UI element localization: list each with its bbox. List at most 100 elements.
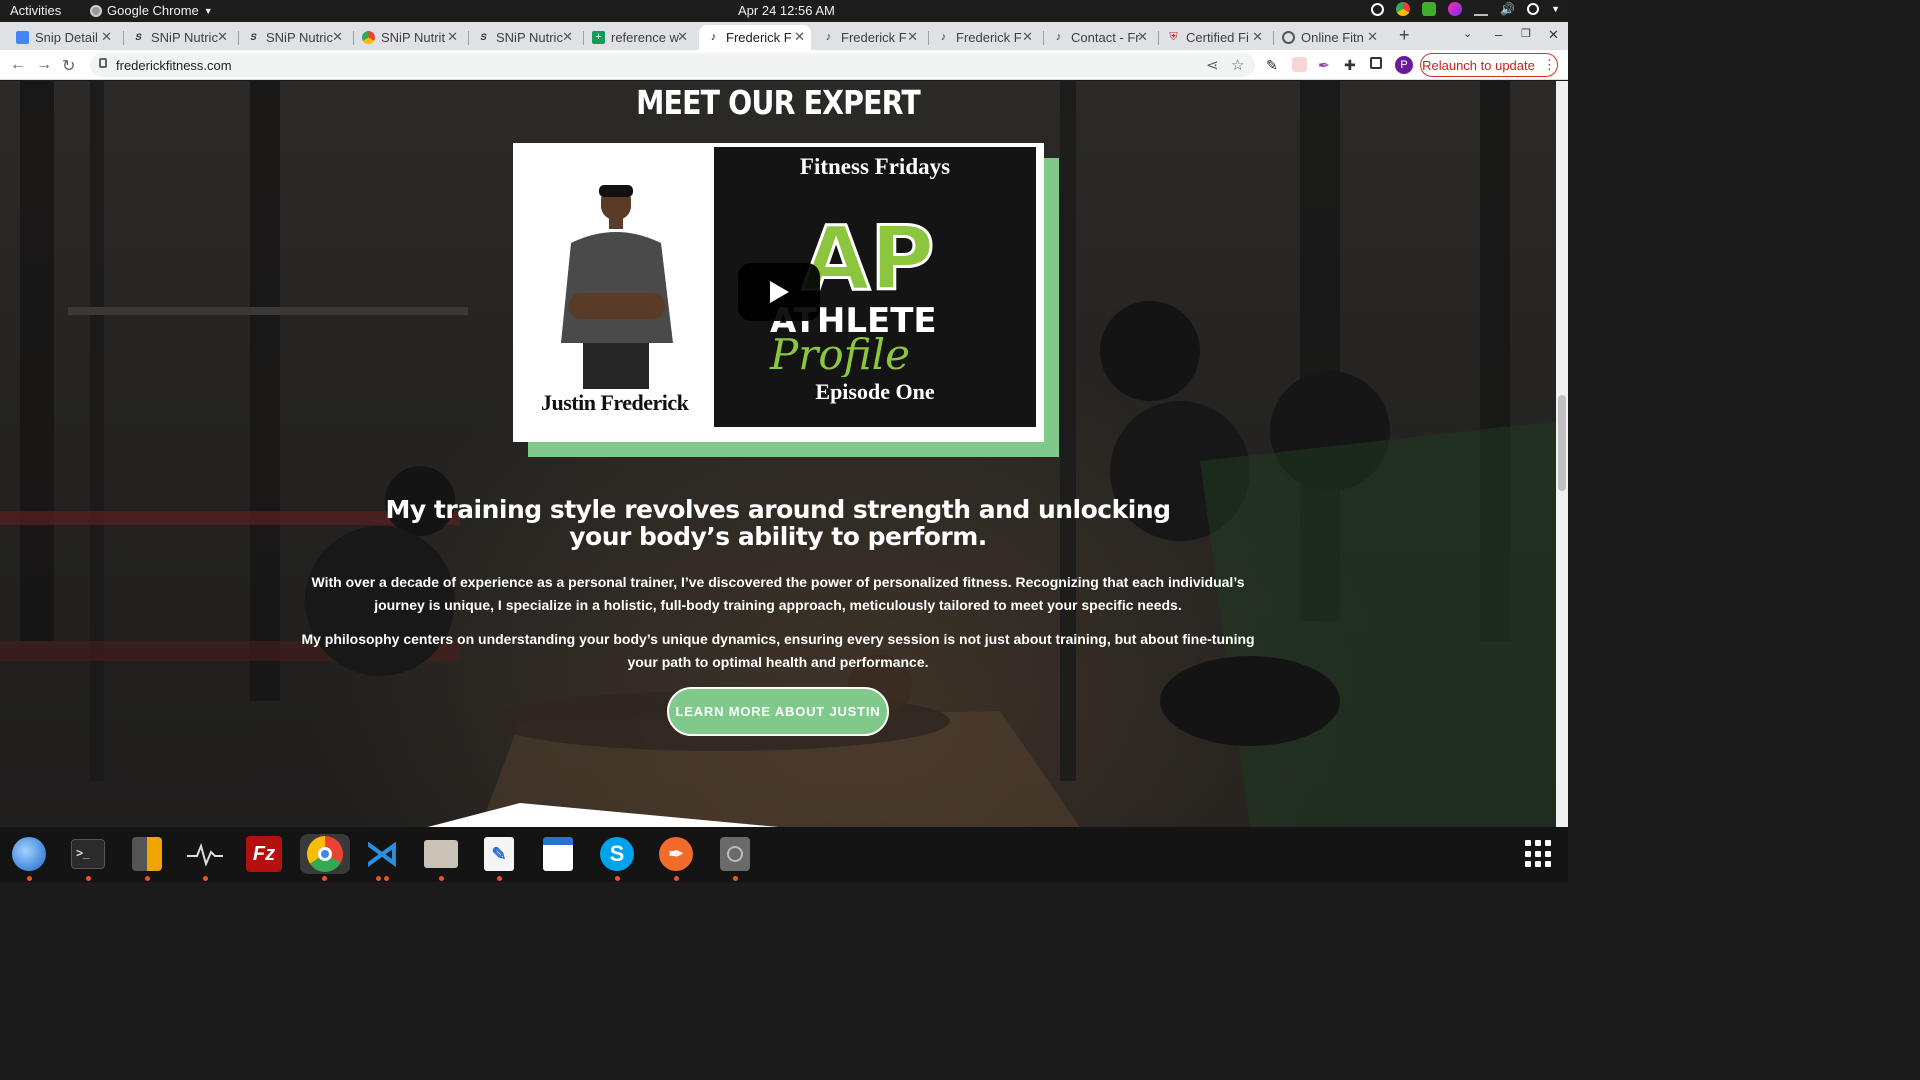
pen-extension-icon[interactable]: ✒ <box>1318 57 1333 73</box>
logo-script: Profile <box>769 330 910 377</box>
close-icon[interactable]: ✕ <box>1367 29 1378 45</box>
window-close-button[interactable]: ✕ <box>1548 27 1559 43</box>
close-icon[interactable]: ✕ <box>217 29 228 45</box>
close-icon[interactable]: ✕ <box>907 29 918 45</box>
text-editor-icon[interactable]: ✎ <box>478 834 520 874</box>
system-tray[interactable]: 🔊 ▼ <box>1371 2 1560 16</box>
eyedropper-extension-icon[interactable]: ✎ <box>1266 57 1281 73</box>
thunderbird-icon[interactable] <box>8 834 50 874</box>
skype-icon[interactable]: S <box>596 834 638 874</box>
inkscape-icon[interactable]: ✒ <box>655 834 697 874</box>
volume-icon[interactable]: 🔊 <box>1500 2 1515 16</box>
app-menu[interactable]: Google Chrome ▼ <box>90 3 213 18</box>
section-divider-shape <box>427 803 779 827</box>
sheets-icon: + <box>592 31 605 44</box>
close-icon[interactable]: ✕ <box>1137 29 1148 45</box>
chrome-tray-icon[interactable] <box>1396 2 1411 16</box>
more-menu-icon[interactable]: ⋮ <box>1543 57 1556 73</box>
share-icon[interactable]: ⋖ <box>1206 56 1219 74</box>
certified-icon: ⛨ <box>1169 31 1178 43</box>
tab-frederick-active[interactable]: ♪ Frederick F ✕ <box>699 25 811 50</box>
trainer-photo: Justin Frederick <box>513 143 714 442</box>
doc-icon <box>16 31 29 44</box>
tab-snip-nutric-2[interactable]: 𝑺 SNiP Nutric ✕ <box>239 25 349 50</box>
forward-button[interactable]: → <box>36 56 52 74</box>
terminal-icon[interactable]: >_ <box>67 834 109 874</box>
scrollbar-thumb[interactable] <box>1558 395 1566 491</box>
system-monitor-icon[interactable] <box>184 834 226 874</box>
bookmark-star-icon[interactable]: ☆ <box>1231 56 1244 74</box>
learn-more-button[interactable]: LEARN MORE ABOUT JUSTIN <box>667 687 889 736</box>
restore-button[interactable]: ❐ <box>1521 27 1531 40</box>
tab-search-chevron-icon[interactable]: ⌄ <box>1463 27 1472 40</box>
close-icon[interactable]: ✕ <box>447 29 458 45</box>
address-bar[interactable]: frederickfitness.com ⋖ ☆ <box>90 53 1255 77</box>
minimize-button[interactable]: – <box>1495 27 1502 42</box>
tab-frederick-2[interactable]: ♪ Frederick F ✕ <box>814 25 924 50</box>
tab-snip-detail[interactable]: Snip Detail ✕ <box>8 25 118 50</box>
new-tab-button[interactable]: + <box>1399 25 1410 46</box>
tab-snip-nutric-1[interactable]: 𝑺 SNiP Nutric ✕ <box>124 25 234 50</box>
url-text[interactable]: frederickfitness.com <box>116 58 232 73</box>
reload-button[interactable]: ↻ <box>62 56 75 76</box>
back-button[interactable]: ← <box>10 56 26 74</box>
tab-snip-nutric-4[interactable]: 𝑺 SNiP Nutric ✕ <box>469 25 579 50</box>
relaunch-button[interactable]: Relaunch to update ⋮ <box>1420 53 1558 77</box>
snip-icon: 𝑺 <box>135 32 142 42</box>
chevron-down-icon[interactable]: ▼ <box>1551 4 1560 14</box>
show-applications-icon[interactable] <box>1525 840 1553 868</box>
snip-icon: 𝑺 <box>480 32 487 42</box>
activities-button[interactable]: Activities <box>10 3 61 18</box>
side-panel-icon[interactable] <box>1370 57 1382 69</box>
vscode-icon[interactable]: ⋊ <box>361 834 403 874</box>
profile-avatar[interactable]: P <box>1395 56 1413 74</box>
tab-certified[interactable]: ⛨ Certified Fi ✕ <box>1159 25 1269 50</box>
tab-frederick-3[interactable]: ♪ Frederick F ✕ <box>929 25 1039 50</box>
tab-strip: Snip Detail ✕ 𝑺 SNiP Nutric ✕ 𝑺 SNiP Nut… <box>0 22 1568 50</box>
frederick-icon: ♪ <box>940 31 947 43</box>
shield-check-icon[interactable] <box>1422 2 1437 16</box>
chrome-app-icon <box>90 4 102 17</box>
lock-icon[interactable] <box>99 58 107 68</box>
document-viewer-icon[interactable] <box>537 834 579 874</box>
filezilla-icon[interactable]: Fz <box>243 834 285 874</box>
close-icon[interactable]: ✕ <box>332 29 343 45</box>
calendar-extension-icon[interactable] <box>1292 57 1307 72</box>
tab-online-fitness[interactable]: Online Fitn ✕ <box>1274 25 1384 50</box>
close-icon[interactable]: ✕ <box>1022 29 1033 45</box>
frederick-icon: ♪ <box>1055 31 1062 43</box>
page-scrollbar[interactable] <box>1556 81 1568 827</box>
clock[interactable]: Apr 24 12:56 AM <box>738 3 835 18</box>
video-play-button[interactable] <box>738 263 820 321</box>
series-title: Fitness Fridays <box>799 154 951 179</box>
philosophy-paragraph: My philosophy centers on understanding y… <box>301 631 1255 670</box>
section-heading: MEET OUR EXPERT <box>636 83 921 122</box>
tab-contact[interactable]: ♪ Contact - Fr ✕ <box>1044 25 1154 50</box>
files-icon[interactable] <box>420 834 462 874</box>
tab-reference[interactable]: + reference w ✕ <box>584 25 694 50</box>
app-name: Google Chrome <box>107 3 199 18</box>
web-page: MEET OUR EXPERT Justin Frederick Fitness… <box>0 81 1556 827</box>
power-icon[interactable] <box>1527 3 1540 15</box>
experience-paragraph: With over a decade of experience as a pe… <box>311 574 1245 613</box>
chrome-icon[interactable] <box>300 834 350 874</box>
close-icon[interactable]: ✕ <box>794 29 805 45</box>
training-style-heading: My training style revolves around streng… <box>385 495 1171 551</box>
no-entry-icon[interactable] <box>1371 2 1385 16</box>
puzzle-extensions-icon[interactable]: ✚ <box>1344 57 1359 73</box>
calculator-icon[interactable] <box>126 834 168 874</box>
close-icon[interactable]: ✕ <box>677 29 688 45</box>
browser-toolbar: ← → ↻ frederickfitness.com ⋖ ☆ ✎ ✒ ✚ <box>0 50 1568 80</box>
logo-letters: AP <box>802 207 935 310</box>
frederick-icon: ♪ <box>825 31 832 43</box>
disk-icon[interactable] <box>714 834 756 874</box>
frederick-icon: ♪ <box>710 31 717 43</box>
tab-snip-nutrit-3[interactable]: SNiP Nutrit ✕ <box>354 25 464 50</box>
learn-more-label: LEARN MORE ABOUT JUSTIN <box>675 704 881 719</box>
color-picker-icon[interactable] <box>1448 2 1463 16</box>
network-icon[interactable] <box>1474 2 1489 16</box>
trainer-figure <box>561 185 673 389</box>
close-icon[interactable]: ✕ <box>1252 29 1263 45</box>
close-icon[interactable]: ✕ <box>101 29 112 45</box>
close-icon[interactable]: ✕ <box>562 29 573 45</box>
